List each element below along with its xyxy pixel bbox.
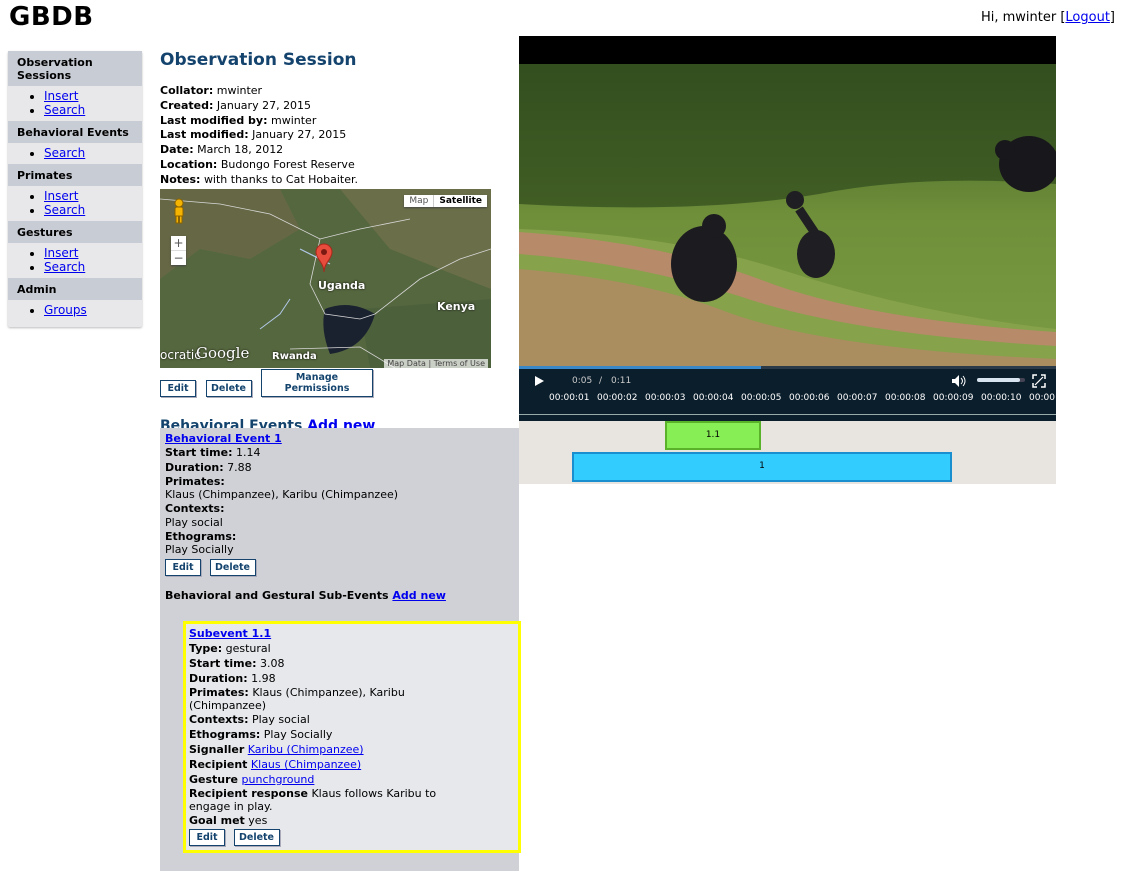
edit-subevent-button[interactable]: Edit xyxy=(189,829,225,846)
tick-ruler: 00:00:01 00:00:02 00:00:03 00:00:04 00:0… xyxy=(519,392,1056,421)
sidebar-nav: Observation Sessions Insert Search Behav… xyxy=(8,51,142,327)
map-terms-link[interactable]: Terms of Use xyxy=(434,359,485,368)
zoom-out-button[interactable]: − xyxy=(171,251,186,265)
session-actions: Edit Delete Manage Permissions xyxy=(160,368,520,397)
play-icon[interactable] xyxy=(535,376,544,386)
sidebar-item-insert-session[interactable]: Insert xyxy=(44,89,78,103)
tick-label: 00:00:09 xyxy=(933,393,974,403)
map-label-uganda: Uganda xyxy=(318,278,366,292)
tick-label: 00:00:01 xyxy=(549,393,590,403)
meta-row: Location: Budongo Forest Reserve xyxy=(160,157,355,171)
logout-link[interactable]: Logout xyxy=(1065,10,1110,25)
volume-slider[interactable] xyxy=(977,378,1025,382)
edit-event-button[interactable]: Edit xyxy=(165,559,201,577)
time-separator: / xyxy=(599,376,603,386)
page-title: Observation Session xyxy=(160,50,357,70)
tick-label: 00:00:06 xyxy=(789,393,830,403)
map-label-prefix: ocratic xyxy=(160,347,201,362)
map-label-rwanda: Rwanda xyxy=(272,350,317,362)
zoom-control: + − xyxy=(171,235,186,265)
tick-label: 00:00:05 xyxy=(741,393,782,403)
meta-row: Notes: with thanks to Cat Hobaiter. xyxy=(160,172,359,186)
edit-session-button[interactable]: Edit xyxy=(160,379,196,397)
subevent-card: Subevent 1.1 Type: gestural Start time: … xyxy=(183,621,521,853)
delete-subevent-button[interactable]: Delete xyxy=(233,829,280,846)
timeline-event-bar[interactable]: 1 xyxy=(572,452,952,482)
gesture-link[interactable]: punchground xyxy=(242,773,315,786)
location-map[interactable]: Map Satellite + − Uganda Kenya Rwanda oc… xyxy=(160,188,491,368)
recipient-link[interactable]: Klaus (Chimpanzee) xyxy=(251,758,361,771)
user-bracket: ] xyxy=(1109,10,1115,25)
zoom-in-button[interactable]: + xyxy=(171,236,186,251)
current-time: 0:05 xyxy=(572,376,593,386)
total-time: 0:11 xyxy=(611,376,632,386)
add-subevent-link[interactable]: Add new xyxy=(392,589,446,602)
map-data-link[interactable]: Map Data xyxy=(387,359,426,368)
tick-label: 00:00 xyxy=(1029,393,1055,403)
subevent-link[interactable]: Subevent 1.1 xyxy=(189,627,271,640)
map-marker-icon[interactable] xyxy=(315,243,333,273)
delete-event-button[interactable]: Delete xyxy=(209,559,256,577)
progress-fill xyxy=(519,366,761,369)
tick-label: 00:00:04 xyxy=(693,393,734,403)
video-controls: 0:05 / 0:11 00:00:01 00:00:02 00:00:03 0… xyxy=(519,366,1056,421)
sidebar-section-admin: Admin xyxy=(8,278,142,300)
map-type-control: Map Satellite xyxy=(404,194,487,207)
delete-session-button[interactable]: Delete xyxy=(205,379,252,397)
meta-row: Last modified by: mwinter xyxy=(160,113,317,127)
sidebar-item-insert-gesture[interactable]: Insert xyxy=(44,246,78,260)
sidebar-item-search-sessions[interactable]: Search xyxy=(44,103,85,117)
map-type-satellite-button[interactable]: Satellite xyxy=(434,194,487,207)
manage-permissions-button[interactable]: Manage Permissions xyxy=(261,368,373,397)
session-meta: Collator: mwinter Created: January 27, 2… xyxy=(160,84,520,188)
meta-row: Date: March 18, 2012 xyxy=(160,143,284,157)
map-label-kenya: Kenya xyxy=(437,299,476,313)
user-greeting: Hi, mwinter [ xyxy=(980,10,1066,25)
tick-label: 00:00:07 xyxy=(837,393,878,403)
tick-label: 00:00:03 xyxy=(645,393,686,403)
sidebar-item-groups[interactable]: Groups xyxy=(44,303,87,317)
meta-row: Collator: mwinter xyxy=(160,84,263,97)
tick-label: 00:00:10 xyxy=(981,393,1022,403)
meta-row: Created: January 27, 2015 xyxy=(160,98,312,112)
sidebar-section-behavioral-events: Behavioral Events xyxy=(8,121,142,143)
sidebar-section-observation-sessions: Observation Sessions xyxy=(8,51,142,86)
video-image xyxy=(519,64,1056,366)
sidebar-item-search-gestures[interactable]: Search xyxy=(44,260,85,274)
volume-icon[interactable] xyxy=(951,374,967,388)
video-player[interactable]: 0:05 / 0:11 00:00:01 00:00:02 00:00:03 0… xyxy=(519,36,1056,485)
map-type-map-button[interactable]: Map xyxy=(404,194,435,207)
main-content: Observation Session Collator: mwinter Cr… xyxy=(160,46,520,447)
behavioral-event-link[interactable]: Behavioral Event 1 xyxy=(165,432,282,445)
map-attribution: Map Data | Terms of Use xyxy=(384,358,488,368)
meta-row: Last modified: January 27, 2015 xyxy=(160,128,347,142)
sidebar-section-primates: Primates xyxy=(8,164,142,186)
progress-track[interactable] xyxy=(519,366,1056,369)
sidebar-section-gestures: Gestures xyxy=(8,221,142,243)
street-view-pegman-icon[interactable] xyxy=(172,198,186,224)
google-logo: Google xyxy=(196,343,250,362)
sidebar-item-search-primates[interactable]: Search xyxy=(44,203,85,217)
app-logo: GBDB xyxy=(9,2,94,32)
user-bar: Hi, mwinter [Logout] xyxy=(981,10,1115,25)
event-timeline: 1.1 1 xyxy=(519,421,1056,484)
signaller-link[interactable]: Karibu (Chimpanzee) xyxy=(248,743,364,756)
sidebar-item-search-events[interactable]: Search xyxy=(44,146,85,160)
volume-fill xyxy=(977,378,1021,382)
sidebar-item-insert-primate[interactable]: Insert xyxy=(44,189,78,203)
video-frame xyxy=(519,36,1056,64)
tick-label: 00:00:02 xyxy=(597,393,638,403)
fullscreen-icon[interactable] xyxy=(1032,374,1046,388)
sub-events-heading: Behavioral and Gestural Sub-Events Add n… xyxy=(165,589,446,603)
tick-label: 00:00:08 xyxy=(885,393,926,403)
timeline-subevent-bar[interactable]: 1.1 xyxy=(665,421,761,450)
